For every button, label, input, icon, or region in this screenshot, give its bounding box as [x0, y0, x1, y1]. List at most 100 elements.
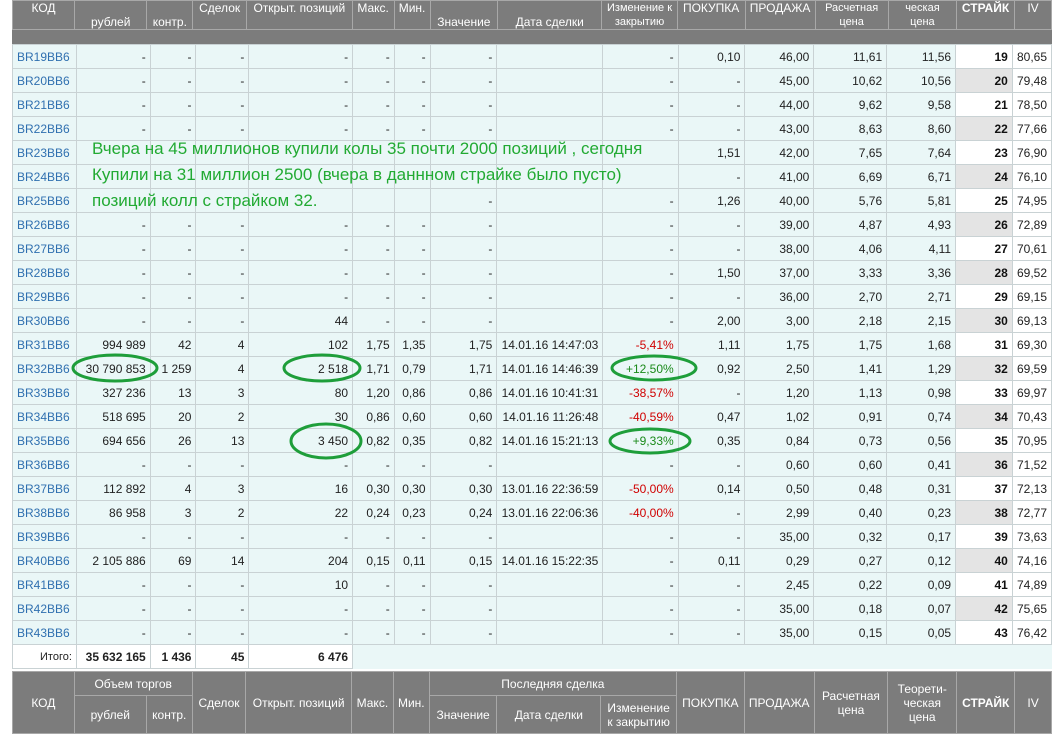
table-row[interactable]: BR36BB6- - - - - - - - -0,60 0,60 0,41 36 71,52 — [12, 452, 1052, 477]
table-row[interactable]: BR38BB6 86 958 3 2 22 0,24 0,23 0,24 13.01.16 22… — [12, 500, 1052, 525]
cell-max: 0,86 — [352, 404, 395, 429]
table-row[interactable]: BR39BB6- - - - - - - - -35,00 0,32 0,17 39 73,63 — [12, 524, 1052, 549]
col-change[interactable]: Изменение к закрытию — [601, 0, 678, 30]
cell-max: 0,30 — [352, 476, 395, 501]
col-theor-price-bottom[interactable]: Теорети-ческая цена — [887, 671, 958, 734]
col-contr-bottom[interactable]: контр. — [145, 695, 193, 734]
table-row[interactable]: BR35BB6 694 656 26 13 3 450 0,82 0,35 0,82 14.01… — [12, 428, 1052, 453]
cell-code[interactable]: BR26BB6 — [12, 212, 77, 237]
col-min[interactable]: Мин. — [393, 0, 431, 30]
col-buy-bottom[interactable]: ПОКУПКА — [675, 671, 745, 734]
cell-code[interactable]: BR33BB6 — [12, 380, 77, 405]
totals-row: Итого: 35 632 165 1 436 45 6 476 — [12, 644, 1052, 669]
col-max-bottom[interactable]: Макс. — [350, 671, 394, 734]
cell-code[interactable]: BR27BB6 — [12, 236, 77, 261]
col-value-bottom[interactable]: Значение — [428, 695, 498, 734]
col-max[interactable]: Макс. — [351, 0, 395, 30]
cell-code[interactable]: BR35BB6 — [12, 428, 77, 453]
cell-code[interactable]: BR21BB6 — [12, 92, 77, 117]
cell-code[interactable]: BR38BB6 — [12, 500, 77, 525]
cell-code[interactable]: BR22BB6 — [12, 116, 77, 141]
cell-code[interactable]: BR43BB6 — [12, 620, 77, 645]
col-open-pos[interactable]: Открыт. позиций — [246, 0, 353, 30]
table-row[interactable]: BR30BB6- - -44- - - -2,00 3,00 2,18 2,15 30 69,13 — [12, 308, 1052, 333]
col-strike-bottom[interactable]: СТРАЙК — [956, 671, 1016, 734]
cell-rub: - — [75, 452, 151, 477]
cell-code[interactable]: BR29BB6 — [12, 284, 77, 309]
table-row[interactable]: BR40BB6 2 105 886 69 14 204 0,15 0,11 0,15 14.01… — [12, 548, 1052, 573]
col-calc-price[interactable]: Расчетная цена — [814, 0, 889, 30]
col-deal-date[interactable]: Дата сделки — [497, 0, 603, 30]
cell-strike: 20 — [955, 68, 1013, 93]
table-row[interactable]: BR29BB6- - - - - - - - -36,00 2,70 2,71 29 69,15 — [12, 284, 1052, 309]
table-row[interactable]: BR28BB6- - - - - - - -1,50 37,00 3,33 3,36 28 69,52 — [12, 260, 1052, 285]
col-rub[interactable]: рублей — [74, 0, 148, 30]
cell-code[interactable]: BR20BB6 — [12, 68, 77, 93]
table-row[interactable]: BR27BB6- - - - - - - - -38,00 4,06 4,11 27 70,61 — [12, 236, 1052, 261]
cell-code[interactable]: BR34BB6 — [12, 404, 77, 429]
annotation-line-1: Вчера на 45 миллионов купили колы 35 поч… — [92, 139, 643, 158]
table-row[interactable]: BR19BB6- - - - - - - -0,10 46,00 11,61 11,56 19 80,6… — [12, 44, 1052, 69]
col-value[interactable]: Значение — [429, 0, 499, 30]
table-row[interactable]: BR37BB6 112 892 4 3 16 0,30 0,30 0,30 13.01.16 2… — [12, 476, 1052, 501]
cell-theor: 0,09 — [886, 572, 957, 597]
table-row[interactable]: BR41BB6- - -10- - - - -2,45 0,22 0,09 41 74,89 — [12, 572, 1052, 597]
col-min-bottom[interactable]: Мин. — [392, 671, 430, 734]
table-row[interactable]: BR31BB6 994 989 42 4 102 1,75 1,35 1,75 14.01.16… — [12, 332, 1052, 357]
col-deals[interactable]: Сделок — [192, 0, 247, 30]
table-row[interactable]: BR34BB6 518 695 20 2 30 0,86 0,60 0,60 14.01.16 … — [12, 404, 1052, 429]
cell-buy: 2,00 — [677, 308, 746, 333]
cell-buy: - — [677, 380, 746, 405]
table-row[interactable]: BR32BB6 30 790 853 1 259 4 2 518 1,71 0,79 1,71… — [12, 356, 1052, 381]
col-strike[interactable]: СТРАЙК — [956, 0, 1015, 30]
col-change-bottom[interactable]: Изменение к закрытию — [600, 695, 677, 734]
table-row[interactable]: BR21BB6- - - - - - - - -44,00 9,62 9,58 21 78,50 — [12, 92, 1052, 117]
cell-code[interactable]: BR25BB6 — [12, 188, 77, 213]
cell-calc: 0,32 — [813, 524, 888, 549]
col-sell-bottom[interactable]: ПРОДАЖА — [743, 671, 815, 734]
col-rub-bottom[interactable]: рублей — [73, 695, 147, 734]
col-theor-price[interactable]: ческая цена — [887, 0, 958, 30]
cell-code[interactable]: BR36BB6 — [12, 452, 77, 477]
cell-theor: 0,12 — [886, 548, 957, 573]
cell-sell: 36,00 — [744, 284, 815, 309]
cell-min: - — [393, 308, 431, 333]
cell-code[interactable]: BR24BB6 — [12, 164, 77, 189]
cell-code[interactable]: BR41BB6 — [12, 572, 77, 597]
cell-code[interactable]: BR19BB6 — [12, 44, 77, 69]
cell-strike: 43 — [955, 620, 1013, 645]
cell-date — [496, 68, 604, 93]
cell-code[interactable]: BR37BB6 — [12, 476, 77, 501]
col-open-pos-bottom[interactable]: Открыт. позиций — [245, 671, 352, 734]
table-row[interactable]: BR42BB6- - - - - - - - -35,00 0,18 0,07 42 75,65 — [12, 596, 1052, 621]
cell-code[interactable]: BR30BB6 — [12, 308, 77, 333]
table-row[interactable]: BR20BB6- - - - - - - - -45,00 10,62 10,56 20 79,48 — [12, 68, 1052, 93]
col-code-bottom[interactable]: КОД — [12, 671, 75, 734]
cell-max: - — [352, 572, 395, 597]
col-code[interactable]: КОД — [11, 0, 76, 30]
cell-sell: 46,00 — [744, 44, 815, 69]
cell-code[interactable]: BR28BB6 — [12, 260, 77, 285]
table-row[interactable]: BR26BB6- - - - - - - - -39,00 4,87 4,93 26 72,89 — [12, 212, 1052, 237]
col-volume-bottom[interactable]: Объем торгов — [73, 671, 193, 696]
cell-code[interactable]: BR32BB6 — [12, 356, 77, 381]
col-calc-price-bottom[interactable]: Расчетная цена — [813, 671, 889, 734]
cell-code[interactable]: BR31BB6 — [12, 332, 77, 357]
col-sell[interactable]: ПРОДАЖА — [744, 0, 816, 30]
col-last-deal-bottom[interactable]: Последняя сделка — [428, 671, 677, 696]
col-buy[interactable]: ПОКУПКА — [676, 0, 746, 30]
cell-code[interactable]: BR42BB6 — [12, 596, 77, 621]
cell-date — [496, 308, 604, 333]
col-iv-bottom[interactable]: IV — [1014, 671, 1052, 734]
table-row[interactable]: BR43BB6- - - - - - - - -35,00 0,15 0,05 43 76,42 — [12, 620, 1052, 645]
table-row[interactable]: BR33BB6 327 236 13 3 80 1,20 0,86 0,86 14.01.16 … — [12, 380, 1052, 405]
cell-code[interactable]: BR39BB6 — [12, 524, 77, 549]
col-deal-date-bottom[interactable]: Дата сделки — [496, 695, 602, 734]
cell-code[interactable]: BR40BB6 — [12, 548, 77, 573]
cell-code[interactable]: BR23BB6 — [12, 140, 77, 165]
col-iv[interactable]: IV — [1013, 0, 1052, 30]
cell-min: - — [393, 236, 431, 261]
col-contr[interactable]: контр. — [146, 0, 194, 30]
cell-sell: 3,00 — [744, 308, 815, 333]
col-deals-bottom[interactable]: Сделок — [191, 671, 247, 734]
